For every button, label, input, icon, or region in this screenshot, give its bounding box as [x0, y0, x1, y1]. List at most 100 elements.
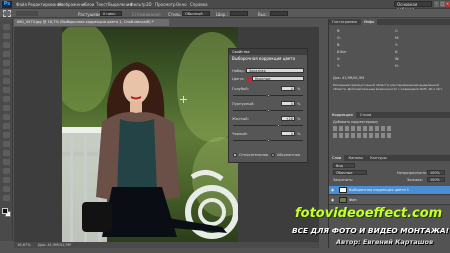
fill-input[interactable]: 100% — [427, 177, 445, 182]
slider-value-input[interactable]: 0 — [281, 101, 295, 106]
feather-input[interactable]: 0 пикс. — [100, 11, 122, 16]
status-bar: 16,67% Док: 41,9M/41,9M — [14, 242, 319, 248]
layer-thumbnail — [339, 197, 347, 203]
menu-item[interactable]: Просмотр — [155, 2, 176, 7]
zoom-level[interactable]: 16,67% — [17, 243, 31, 247]
hand-tool-icon[interactable] — [3, 186, 10, 192]
tab-info[interactable]: Инфо — [360, 19, 378, 25]
visibility-eye-icon[interactable]: ◉ — [331, 196, 337, 205]
menu-item[interactable]: Слои — [84, 2, 94, 7]
slider-knob[interactable] — [266, 138, 271, 143]
pen-tool-icon[interactable] — [3, 150, 10, 156]
relative-radio[interactable] — [233, 153, 237, 157]
slider-knob[interactable] — [276, 123, 281, 128]
info-hint-text: Рисование прямоугольной области или пере… — [333, 83, 443, 91]
eyedropper-tool-icon[interactable] — [3, 69, 10, 75]
slider-value-input[interactable]: 0 — [281, 131, 295, 136]
layer-row[interactable]: ◉ Фон — [329, 196, 450, 205]
width-input[interactable] — [230, 11, 248, 16]
layer-filter-select[interactable]: Вид — [333, 163, 355, 168]
slider-value-input[interactable]: 0 — [281, 86, 295, 91]
close-icon[interactable]: × — [445, 1, 450, 7]
preset-select[interactable]: Заказная — [246, 68, 304, 73]
slider-knob[interactable] — [266, 93, 271, 98]
portrait-photo — [62, 27, 238, 242]
shape-tool-icon[interactable] — [3, 177, 10, 183]
preset-label: Набор: — [232, 69, 245, 73]
zoom-tool-icon[interactable] — [3, 195, 10, 201]
document-size-info: Док: 41,9M/41,9M — [37, 243, 71, 247]
info-panel-tabs: Гистограмма Инфо — [329, 19, 450, 25]
info-doc-size: Док: 41,9M/41,9M — [333, 76, 365, 80]
eraser-tool-icon[interactable] — [3, 114, 10, 120]
info-readout-label: Y: — [395, 43, 398, 47]
absolute-label: Абсолютная — [277, 153, 300, 157]
path-select-tool-icon[interactable] — [3, 168, 10, 174]
minimize-icon[interactable]: – — [434, 1, 439, 7]
history-brush-tool-icon[interactable] — [3, 105, 10, 111]
layers-tabs: Слои Каналы Контуры — [329, 155, 450, 161]
watermark-site: fotovideoeffect.com — [295, 206, 443, 221]
selection-mode-icons[interactable] — [16, 11, 38, 16]
stamp-tool-icon[interactable] — [3, 96, 10, 102]
tab-paths[interactable]: Контуры — [367, 155, 389, 161]
marquee-tool-icon[interactable] — [3, 33, 10, 39]
document-tab[interactable]: IMG_4573.jpg @ 16,7% (Выборочная коррекц… — [14, 19, 169, 26]
menu-item[interactable]: Фильтр — [130, 2, 146, 7]
menu-item[interactable]: Справка — [190, 2, 208, 7]
dodge-tool-icon[interactable] — [3, 141, 10, 147]
type-tool-icon[interactable] — [3, 159, 10, 165]
blend-mode-select[interactable]: Обычные — [333, 170, 367, 175]
style-select[interactable]: Обычный — [182, 11, 210, 16]
slider-knob[interactable] — [266, 108, 271, 113]
tab-channels[interactable]: Каналы — [346, 155, 366, 161]
slider-label: Голубой: — [232, 87, 249, 91]
watermark-tagline: ВСЕ ДЛЯ ФОТО И ВИДЕО МОНТАЖА! — [292, 226, 449, 235]
fill-label: Заливка: — [407, 178, 423, 182]
adjustment-icons-row1[interactable] — [333, 126, 393, 131]
red-swatch-icon — [247, 77, 251, 81]
photoshop-logo: Ps — [2, 1, 12, 8]
crosshair-cursor-vertical — [183, 96, 184, 103]
colors-select[interactable]: Красные — [252, 76, 304, 81]
move-tool-icon[interactable] — [3, 24, 10, 30]
gradient-tool-icon[interactable] — [3, 123, 10, 129]
smooth-checkbox[interactable]: Сглаживание — [132, 12, 161, 17]
menu-item[interactable]: 3D — [146, 2, 152, 7]
visibility-eye-icon[interactable]: ◉ — [331, 186, 337, 195]
properties-header: Свойства — [229, 49, 307, 55]
tab-layers[interactable]: Слои — [329, 155, 345, 161]
watermark-author: Автор: Евгений Карташов — [336, 238, 434, 246]
menu-item[interactable]: Окно — [176, 2, 187, 7]
healing-tool-icon[interactable] — [3, 78, 10, 84]
tab-styles[interactable]: Стили — [357, 112, 375, 118]
marquee-tool-icon[interactable] — [3, 10, 11, 17]
crop-tool-icon[interactable] — [3, 60, 10, 66]
absolute-radio[interactable] — [271, 153, 275, 157]
adjustment-icons-row2[interactable] — [333, 133, 393, 138]
adjustments-tabs: Коррекция Стили — [329, 112, 450, 118]
info-readout-label: K: — [395, 50, 399, 54]
slider-unit: % — [297, 102, 301, 106]
tab-adjustments[interactable]: Коррекция — [329, 112, 356, 118]
slider-value-input[interactable]: +28 — [281, 116, 295, 121]
menu-item[interactable]: Изображение — [58, 2, 87, 7]
photo-canvas[interactable] — [62, 27, 238, 242]
slider-label: Пурпурный: — [232, 102, 255, 106]
slider-track[interactable] — [233, 125, 303, 126]
blur-tool-icon[interactable] — [3, 132, 10, 138]
opacity-input[interactable]: 100% — [427, 170, 445, 175]
layer-row[interactable]: ◉ Выборочная коррекция цвета 1 — [329, 186, 450, 195]
height-input[interactable] — [270, 11, 288, 16]
workspace-preset-select[interactable]: Основная рабочая — [394, 1, 432, 12]
menu-item[interactable]: Файл — [16, 2, 27, 7]
foreground-color-swatch[interactable] — [2, 208, 8, 214]
quick-select-tool-icon[interactable] — [3, 51, 10, 57]
menu-item[interactable]: Текст — [96, 2, 108, 7]
lasso-tool-icon[interactable] — [3, 42, 10, 48]
tab-histogram[interactable]: Гистограмма — [329, 19, 360, 25]
menu-item[interactable]: Выделение — [108, 2, 132, 7]
brush-tool-icon[interactable] — [3, 87, 10, 93]
layer-thumbnail — [339, 187, 347, 193]
info-readout-label: W: — [395, 57, 400, 61]
